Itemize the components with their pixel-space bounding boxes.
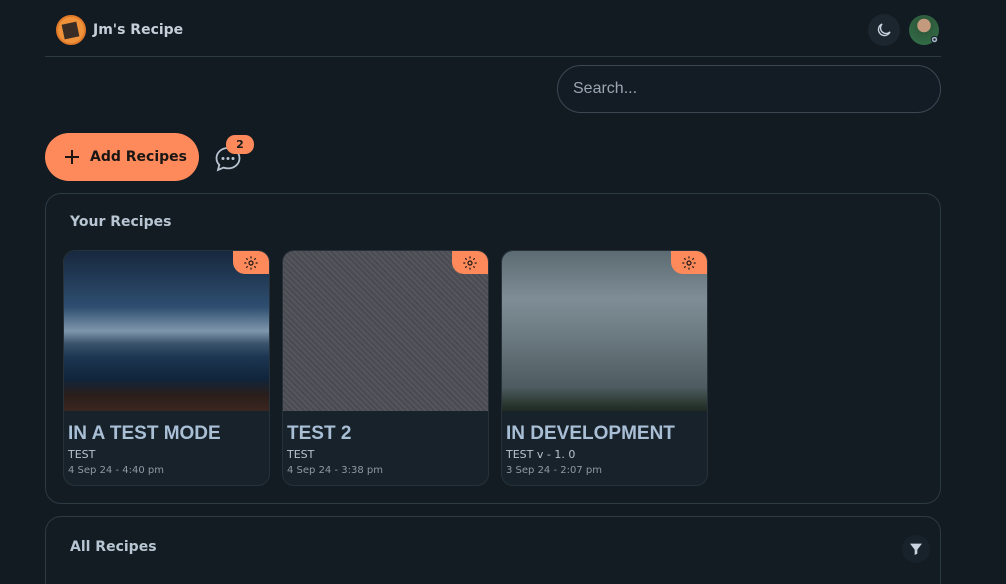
recipe-subtitle: TEST — [287, 448, 315, 461]
chat-count-badge: 2 — [226, 135, 254, 154]
gear-icon — [682, 255, 696, 270]
brand-name: Jm's Recipe — [93, 22, 184, 38]
recipe-date: 3 Sep 24 - 2:07 pm — [506, 465, 602, 476]
your-recipes-panel: Your Recipes IN A TEST MODE TEST 4 Sep 2… — [45, 193, 941, 504]
recipe-date: 4 Sep 24 - 3:38 pm — [287, 465, 383, 476]
app-logo-icon — [56, 15, 86, 45]
recipe-card[interactable]: IN DEVELOPMENT TEST v - 1. 0 3 Sep 24 - … — [501, 250, 708, 486]
plus-icon — [65, 150, 79, 164]
user-avatar[interactable] — [909, 15, 939, 45]
moon-icon — [877, 23, 891, 37]
theme-toggle-button[interactable] — [868, 14, 900, 46]
recipe-image — [64, 251, 269, 411]
avatar-settings-icon — [930, 35, 939, 44]
recipe-title: IN A TEST MODE — [68, 423, 221, 444]
recipe-card[interactable]: TEST 2 TEST 4 Sep 24 - 3:38 pm — [282, 250, 489, 486]
all-recipes-panel: All Recipes — [45, 516, 941, 584]
recipe-card-list: IN A TEST MODE TEST 4 Sep 24 - 4:40 pm T… — [63, 250, 708, 486]
gear-icon — [244, 255, 258, 270]
add-recipes-button[interactable]: Add Recipes — [45, 133, 199, 181]
recipe-subtitle: TEST v - 1. 0 — [506, 448, 576, 461]
brand[interactable]: Jm's Recipe — [56, 15, 183, 45]
card-settings-button[interactable] — [233, 251, 269, 274]
recipe-title: TEST 2 — [287, 423, 352, 444]
recipe-card[interactable]: IN A TEST MODE TEST 4 Sep 24 - 4:40 pm — [63, 250, 270, 486]
recipe-image — [283, 251, 488, 411]
add-recipes-label: Add Recipes — [90, 149, 187, 165]
card-settings-button[interactable] — [452, 251, 488, 274]
recipe-title: IN DEVELOPMENT — [506, 423, 675, 444]
recipe-date: 4 Sep 24 - 4:40 pm — [68, 465, 164, 476]
card-settings-button[interactable] — [671, 251, 707, 274]
recipe-subtitle: TEST — [68, 448, 96, 461]
your-recipes-title: Your Recipes — [70, 214, 172, 230]
search-input[interactable] — [557, 65, 941, 113]
recipe-image — [502, 251, 707, 411]
top-header: Jm's Recipe — [45, 0, 941, 57]
gear-icon — [463, 255, 477, 270]
filter-button[interactable] — [902, 535, 930, 563]
filter-icon — [910, 543, 922, 555]
all-recipes-title: All Recipes — [70, 539, 157, 555]
